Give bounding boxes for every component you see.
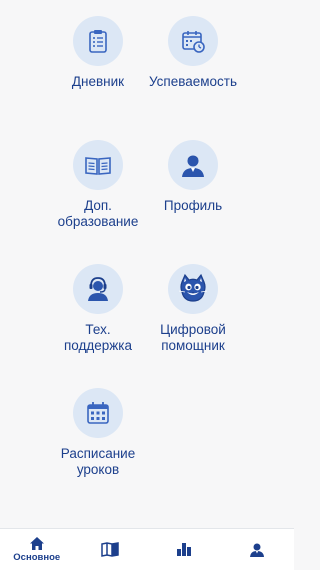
bottom-navigation: Основное [0, 528, 294, 570]
tile-schedule[interactable]: Расписание уроков [38, 388, 158, 478]
tile-progress[interactable]: Успеваемость [133, 16, 253, 90]
tile-profile[interactable]: Профиль [133, 140, 253, 214]
tile-schedule-label: Расписание уроков [60, 446, 136, 477]
headset-operator-icon [73, 264, 123, 314]
nav-account[interactable] [221, 529, 295, 570]
clipboard-checklist-icon [73, 16, 123, 66]
cat-mascot-icon [168, 264, 218, 314]
book-map-icon [101, 542, 119, 557]
bar-chart-icon [176, 542, 192, 557]
nav-home-label: Основное [13, 552, 61, 563]
open-book-icon [73, 140, 123, 190]
tile-assistant-label: Цифровой помощник [160, 322, 226, 353]
tile-progress-label: Успеваемость [148, 74, 238, 89]
user-icon [249, 542, 265, 558]
user-avatar-icon [168, 140, 218, 190]
home-icon [29, 536, 45, 551]
tile-profile-label: Профиль [163, 198, 223, 213]
nav-library[interactable] [74, 529, 148, 570]
calendar-grid-icon [73, 388, 123, 438]
calendar-clock-icon [168, 16, 218, 66]
nav-home[interactable]: Основное [0, 529, 74, 570]
tile-assistant[interactable]: Цифровой помощник [133, 264, 253, 354]
nav-stats[interactable] [147, 529, 221, 570]
